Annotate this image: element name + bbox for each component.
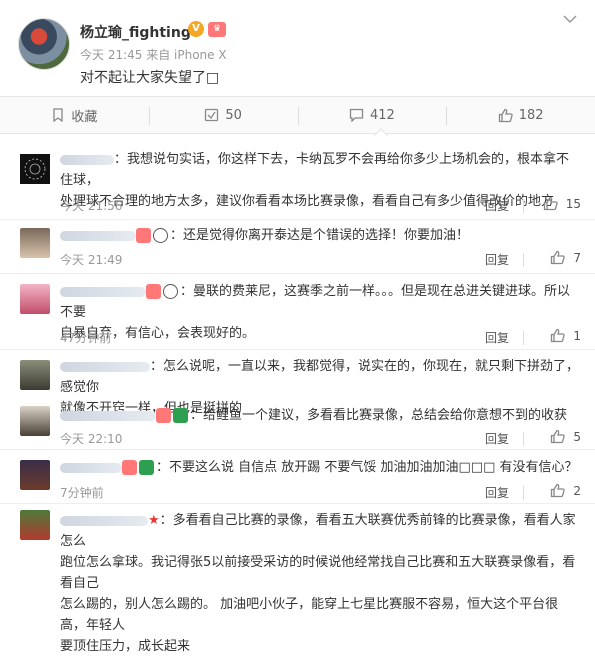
comment-like-button[interactable]: 15: [543, 196, 581, 211]
commenter-avatar[interactable]: [20, 510, 50, 540]
commenter-avatar[interactable]: [20, 406, 50, 436]
comment-like-button[interactable]: 7: [550, 250, 581, 265]
reply-button[interactable]: 回复: [485, 430, 509, 447]
repost-icon: [205, 108, 219, 122]
comment-time: 今天 22:10: [60, 432, 123, 446]
divider: [523, 432, 524, 446]
panda-emoji-icon: [153, 228, 168, 243]
comment-footer: 今天 21:49 回复 7: [60, 251, 581, 269]
commenter-avatar[interactable]: [20, 360, 50, 390]
divider: [523, 253, 524, 267]
weibo-post: 杨立瑜_fighting V ♛ 今天 21:45 来自 iPhone X 对不…: [0, 0, 595, 96]
comment-button[interactable]: 412: [297, 97, 447, 133]
comment-footer: 今天 21:56 回复 15: [60, 197, 581, 215]
commenter-avatar[interactable]: [20, 154, 50, 184]
panda-emoji-icon: [163, 284, 178, 299]
comment-icon: [349, 108, 364, 122]
like-icon: [498, 108, 513, 122]
like-icon: [543, 196, 558, 211]
verified-icon: V: [188, 21, 204, 37]
vip-icon: [156, 408, 171, 423]
divider: [523, 199, 524, 213]
post-text: 对不起让大家失望了□: [80, 70, 220, 86]
comment-text: ：给鲤鱼一个建议，多看看比赛录像，总结会给你意想不到的收获: [60, 405, 581, 426]
comment-text: ：还是觉得你离开泰达是个错误的选择！你要加油！: [60, 225, 581, 246]
vip-badge-icon: ♛: [208, 22, 226, 37]
favorite-button[interactable]: 收藏: [0, 97, 149, 133]
comment-time: 今天 21:56: [60, 199, 123, 213]
comment-like-button[interactable]: 1: [550, 328, 581, 343]
like-icon: [551, 429, 566, 444]
reply-button[interactable]: 回复: [485, 329, 509, 346]
reply-button[interactable]: 回复: [485, 484, 509, 501]
comment-time: 今天 21:49: [60, 253, 123, 267]
favorite-label: 收藏: [71, 109, 98, 125]
vip-icon: [136, 228, 151, 243]
commenter-name[interactable]: [60, 361, 150, 372]
vip-icon: [146, 284, 161, 299]
comment-item: ：我想说句实话，你这样下去，卡纳瓦罗不会再给你多少上场机会的，根本拿不住球， 处…: [0, 140, 595, 220]
comment-item: ：还是觉得你离开泰达是个错误的选择！你要加油！ 今天 21:49 回复 7: [0, 220, 595, 274]
author-avatar[interactable]: [18, 18, 70, 70]
like-icon: [551, 483, 566, 498]
like-button[interactable]: 182: [446, 97, 595, 133]
divider: [523, 331, 524, 345]
divider: [523, 486, 524, 500]
commenter-name[interactable]: [60, 286, 146, 297]
commenter-avatar[interactable]: [20, 460, 50, 490]
comment-count: 412: [369, 107, 395, 123]
author-name[interactable]: 杨立瑜_fighting: [80, 22, 191, 42]
chevron-down-icon[interactable]: [563, 12, 577, 28]
comment-item: ：不要这么说 自信点 放开踢 不要气馁 加油加油加油□□□ 有没有信心？ 7分钟…: [0, 450, 595, 504]
repost-count: 50: [225, 107, 242, 123]
reply-button[interactable]: 回复: [485, 197, 509, 214]
green-emoji-icon: [139, 460, 154, 475]
commenter-name[interactable]: [60, 230, 136, 241]
comment-item: ★：多看看自己比赛的录像，看看五大联赛优秀前锋的比赛录像，看看人家怎么 跑位怎么…: [0, 504, 595, 654]
comment-item: ：给鲤鱼一个建议，多看看比赛录像，总结会给你意想不到的收获 今天 22:10 回…: [0, 400, 595, 450]
repost-button[interactable]: 50: [148, 97, 298, 133]
comment-list: ：我想说句实话，你这样下去，卡纳瓦罗不会再给你多少上场机会的，根本拿不住球， 处…: [0, 140, 595, 654]
comment-footer: 47分钟前 回复 1: [60, 329, 581, 347]
post-meta: 今天 21:45 来自 iPhone X: [80, 48, 227, 62]
comment-footer: 今天 22:10 回复 5: [60, 430, 581, 448]
green-emoji-icon: [173, 408, 188, 423]
action-bar: 收藏 50 412 182: [0, 96, 595, 134]
like-icon: [551, 250, 566, 265]
vip-icon: [122, 460, 137, 475]
comment-text: ：不要这么说 自信点 放开踢 不要气馁 加油加油加油□□□ 有没有信心？: [60, 457, 581, 478]
comment-item: ：怎么说呢，一直以来，我都觉得，说实在的，你现在，就只剩下拼劲了，感觉你 就像不…: [0, 350, 595, 416]
comment-time: 7分钟前: [60, 486, 104, 500]
commenter-name[interactable]: [60, 410, 156, 421]
commenter-name[interactable]: [60, 154, 114, 165]
bookmark-icon: [53, 108, 64, 122]
commenter-avatar[interactable]: [20, 284, 50, 314]
comment-text: ★：多看看自己比赛的录像，看看五大联赛优秀前锋的比赛录像，看看人家怎么 跑位怎么…: [60, 513, 576, 654]
comment-item: ：曼联的费莱尼，这赛季之前一样。。。但是现在总进关键进球。所以不要 自暴自弃，有…: [0, 274, 595, 350]
commenter-name[interactable]: [60, 515, 148, 526]
comment-time: 47分钟前: [60, 331, 112, 345]
commenter-avatar[interactable]: [20, 228, 50, 258]
active-tab-pointer-icon: [374, 128, 388, 136]
commenter-name[interactable]: [60, 462, 122, 473]
like-icon: [551, 328, 566, 343]
comment-like-button[interactable]: 2: [550, 483, 581, 498]
reply-button[interactable]: 回复: [485, 251, 509, 268]
like-count: 182: [518, 107, 544, 123]
comment-like-button[interactable]: 5: [550, 429, 581, 444]
comment-footer: 7分钟前 回复 2: [60, 484, 581, 502]
star-icon: ★: [148, 513, 160, 528]
